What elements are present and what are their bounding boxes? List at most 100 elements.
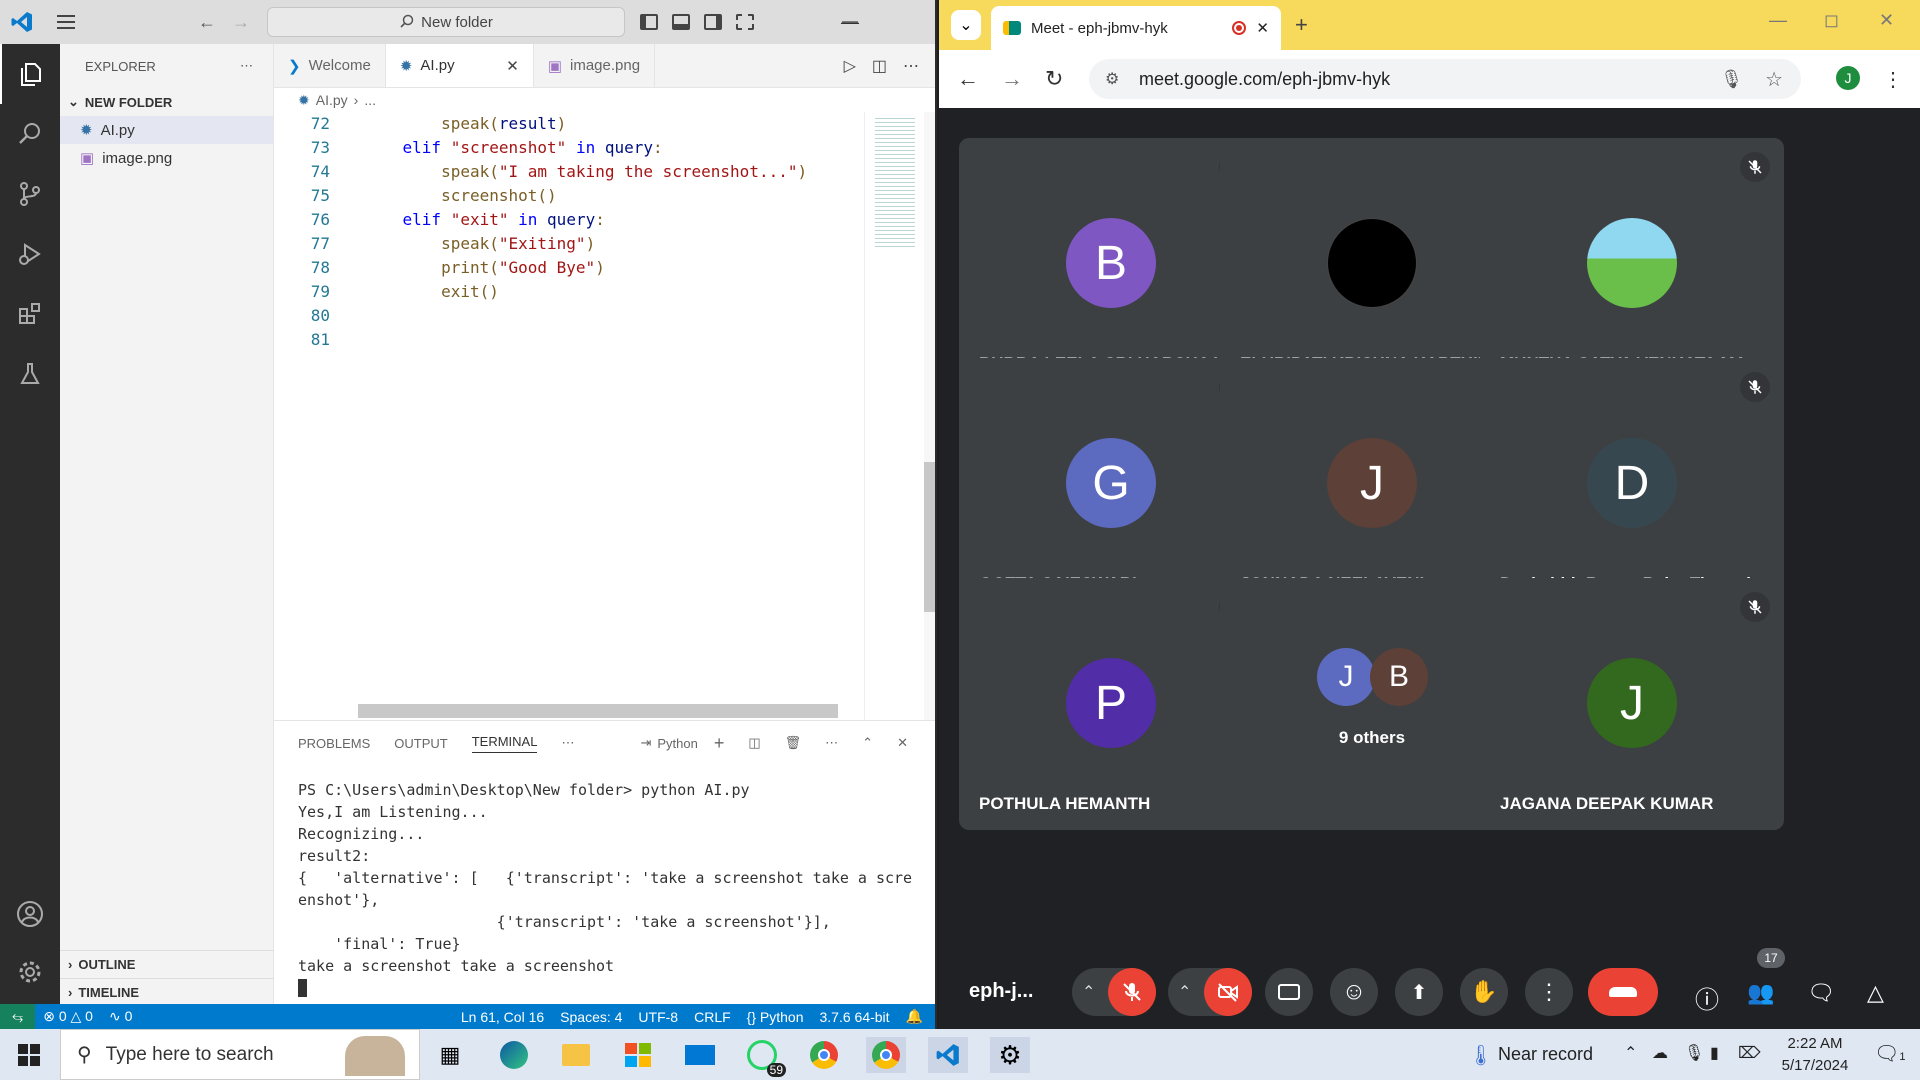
tab-image-png[interactable]: ▣ image.png [534,44,656,87]
timeline-section[interactable]: › TIMELINE [60,978,274,1006]
info-icon[interactable]: ⓘ [1695,980,1719,1015]
new-tab-icon[interactable]: + [1295,12,1308,38]
tab-search-chevron-icon[interactable]: ⌄ [951,10,981,40]
back-arrow-icon[interactable]: ← [190,12,224,33]
tab-output[interactable]: OUTPUT [394,736,447,751]
captions-button[interactable] [1265,968,1313,1016]
more-options-button[interactable]: ⋮ [1525,968,1573,1016]
source-control-icon[interactable] [0,164,60,224]
breadcrumb-file[interactable]: AI.py [316,92,348,108]
python-interpreter[interactable]: 3.7.6 64-bit [812,1009,898,1025]
taskbar-search[interactable]: ⚲ Type here to search [60,1029,420,1080]
chrome-menu-icon[interactable]: ⋮ [1883,67,1903,92]
leave-call-button[interactable] [1588,968,1658,1016]
encoding[interactable]: UTF-8 [630,1009,686,1025]
clock[interactable]: 2:22 AM 5/17/2024 [1770,1033,1860,1077]
settings-gear-icon[interactable]: ⚙ [990,1037,1030,1073]
terminal-selector[interactable]: ⇥ Python [640,735,697,751]
more-actions-icon[interactable]: ⋯ [240,58,253,74]
participant-tile[interactable]: JB 9 others [1220,578,1524,830]
address-bar[interactable]: ⚙ meet.google.com/eph-jbmv-hyk 🎙 ☆ [1089,59,1801,99]
accounts-icon[interactable] [0,884,60,944]
participant-tile[interactable]: J JAGANA DEEPAK KUMAR [1480,578,1784,830]
tab-problems[interactable]: PROBLEMS [298,736,370,751]
toggle-panel-icon[interactable] [672,14,690,30]
code-editor[interactable]: 72 speak(result) 73 elif "screenshot" in … [274,112,864,402]
microphone-icon[interactable]: 🎙 [1720,69,1743,90]
manage-gear-icon[interactable] [0,942,60,1002]
problems-status[interactable]: ⊗ 0 △ 0 [35,1008,101,1025]
more-tabs-icon[interactable]: ⋯ [561,735,574,751]
profile-avatar[interactable]: J [1836,66,1860,90]
file-image-png[interactable]: ▣ image.png [60,144,273,172]
participant-tile[interactable]: P POTHULA HEMANTH [959,578,1263,830]
ports-status[interactable]: ∿ 0 [101,1008,140,1025]
split-editor-icon[interactable]: ◫ [872,56,887,76]
tab-ai-py[interactable]: ✹ AI.py ✕ [385,44,534,87]
participant-tile[interactable]: DDeekshith Ranga Babu Tirumala [1480,358,1784,610]
chrome-icon[interactable] [804,1037,844,1073]
minimap[interactable] [864,112,924,720]
show-hidden-icons[interactable]: ⌃ [1624,1043,1637,1063]
microphone-icon[interactable]: 🎙 [1684,1043,1704,1063]
onedrive-icon[interactable]: ☁ [1652,1043,1668,1063]
vertical-scrollbar[interactable] [924,112,935,720]
notifications-bell-icon[interactable]: 🔔 [898,1008,935,1025]
reload-icon[interactable]: ↻ [1045,66,1063,92]
remote-icon[interactable]: ⥃ [0,1004,36,1029]
mic-off-button[interactable] [1108,968,1156,1016]
bookmark-star-icon[interactable]: ☆ [1765,67,1783,92]
whatsapp-icon[interactable]: 59 [742,1037,786,1077]
battery-icon[interactable]: ▮ [1710,1043,1719,1063]
notifications-icon[interactable]: 🗨1 [1874,1041,1906,1066]
chrome-maximize-button[interactable]: ◻ [1824,10,1839,31]
menu-icon[interactable] [44,0,88,44]
tab-google-meet[interactable]: Meet - eph-jbmv-hyk ✕ [991,6,1281,50]
outline-section[interactable]: › OUTLINE [60,950,274,978]
vscode-taskbar-icon[interactable] [928,1037,968,1073]
edge-icon[interactable] [494,1037,534,1073]
forward-arrow-icon[interactable]: → [224,12,258,33]
microsoft-store-icon[interactable] [618,1037,658,1073]
participant-tile[interactable]: JJONNADA NEELAVENI [1220,358,1524,610]
back-arrow-icon[interactable]: ← [957,66,979,92]
language-mode[interactable]: {} Python [739,1009,812,1025]
site-info-icon[interactable]: ⚙ [1105,69,1119,89]
reactions-button[interactable]: ☺ [1330,968,1378,1016]
participant-tile[interactable]: MUNTHA SATYA VENKATA MA... [1480,138,1784,390]
explorer-icon[interactable] [0,44,60,104]
raise-hand-button[interactable]: ✋ [1460,968,1508,1016]
windows-start-icon[interactable] [18,1044,40,1066]
run-debug-icon[interactable] [0,224,60,284]
search-icon[interactable] [0,104,60,164]
vscode-minimize-button[interactable]: — [822,0,878,44]
meeting-code[interactable]: eph-j... [969,980,1033,1003]
breadcrumb-symbol[interactable]: ... [364,92,376,108]
tab-welcome[interactable]: ❯ Welcome [274,44,386,87]
close-panel-icon[interactable]: ✕ [897,735,908,751]
chat-icon[interactable]: 🗨 [1807,980,1835,1006]
forward-arrow-icon[interactable]: → [1001,66,1023,92]
run-python-icon[interactable]: ▷ [844,56,856,76]
end-of-line[interactable]: CRLF [686,1009,739,1025]
terminal-output[interactable]: PS C:\Users\admin\Desktop\New folder> py… [298,779,928,977]
mail-icon[interactable] [680,1037,720,1073]
new-terminal-icon[interactable]: + [714,733,725,754]
more-actions-icon[interactable]: ⋯ [825,735,838,751]
more-actions-icon[interactable]: ⋯ [903,56,919,76]
participant-tile[interactable]: ELURIPATI KRISHNA KARTHIK [1220,138,1524,390]
close-tab-icon[interactable]: ✕ [1256,19,1269,37]
folder-new-folder[interactable]: ⌄ NEW FOLDER [60,88,273,116]
split-terminal-icon[interactable]: ◫ [748,735,760,751]
file-ai-py[interactable]: ✹ AI.py [60,116,273,144]
testing-icon[interactable] [0,344,60,404]
participant-tile[interactable]: BBURRA LEELA SRI HARSHA VA... [959,138,1263,390]
maximize-panel-icon[interactable]: ⌃ [862,735,873,751]
people-icon[interactable]: 👥 [1747,980,1774,1006]
tab-terminal[interactable]: TERMINAL [471,734,538,753]
task-view-icon[interactable]: ▦ [430,1037,470,1073]
chrome-minimize-button[interactable]: — [1769,10,1787,31]
trash-icon[interactable]: 🗑 [785,735,802,751]
chrome-profile-icon[interactable] [866,1037,906,1073]
horizontal-scrollbar[interactable] [358,704,838,718]
